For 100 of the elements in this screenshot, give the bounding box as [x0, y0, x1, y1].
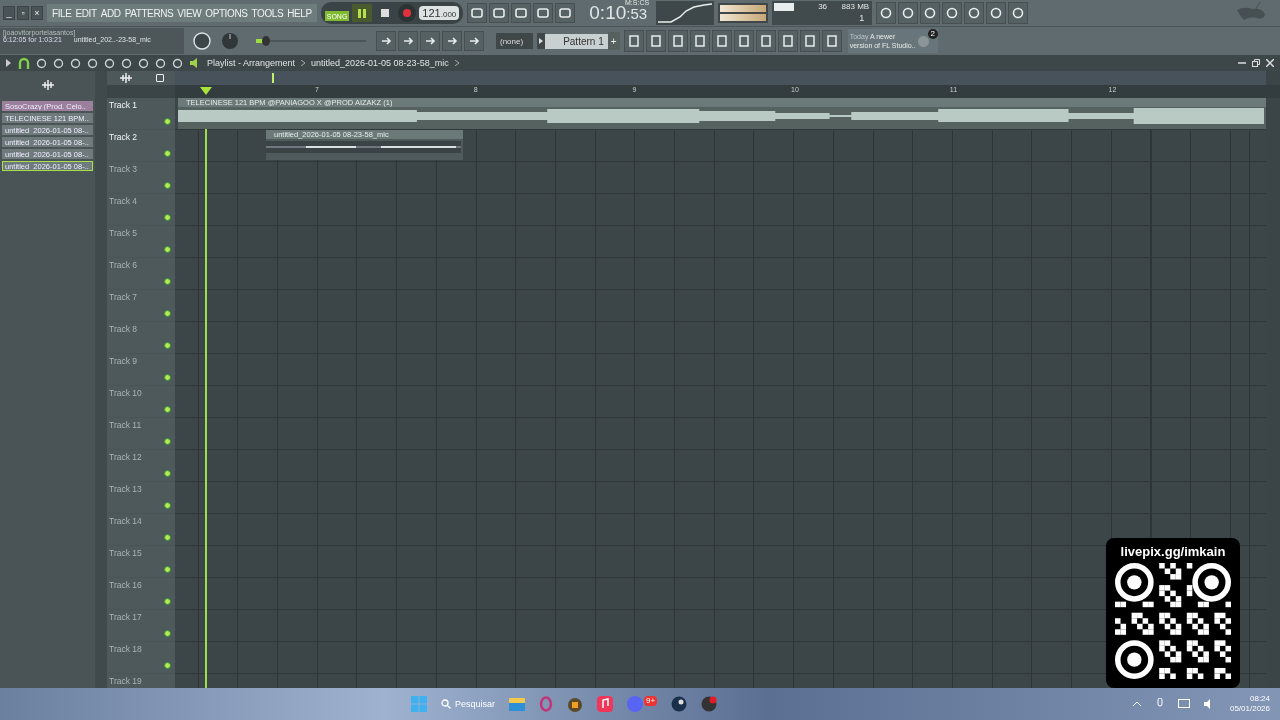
track-enable-icon[interactable]	[164, 150, 171, 157]
toolbar-button[interactable]	[689, 30, 710, 52]
track-header[interactable]: Track 13	[107, 482, 175, 514]
track-enable-icon[interactable]	[164, 342, 171, 349]
track-header[interactable]: Track 2	[107, 130, 175, 162]
track-enable-icon[interactable]	[164, 310, 171, 317]
waveform-icon[interactable]	[118, 73, 133, 83]
add-track-icon[interactable]	[155, 74, 164, 82]
menu-item[interactable]: VIEW	[177, 7, 202, 19]
windows-start-icon[interactable]	[410, 696, 427, 712]
track-enable-icon[interactable]	[164, 214, 171, 221]
menu-item[interactable]: OPTIONS	[205, 7, 248, 19]
toolbar-button[interactable]	[555, 3, 576, 23]
toolbar-button[interactable]	[511, 3, 532, 23]
menu-item[interactable]: PATTERNS	[124, 7, 174, 19]
waveform-icon[interactable]	[40, 80, 55, 90]
toolbar-button[interactable]	[645, 30, 666, 52]
toolbar-button[interactable]	[376, 31, 396, 51]
toolbar-button[interactable]	[986, 2, 1007, 24]
minimize-icon[interactable]	[1238, 59, 1246, 67]
track-header[interactable]: Track 19	[107, 674, 175, 688]
play-arrow-icon[interactable]	[6, 59, 12, 67]
close-button[interactable]: ×	[31, 6, 43, 20]
toolbar-button[interactable]	[667, 30, 688, 52]
toolbar-button[interactable]	[876, 2, 897, 24]
track-header[interactable]: Track 3	[107, 162, 175, 194]
recorder-icon[interactable]	[701, 696, 718, 712]
toolbar-button[interactable]	[821, 30, 842, 52]
toolbar-button[interactable]	[920, 2, 941, 24]
taskbar-search[interactable]: Pesquisar	[440, 699, 495, 709]
track-enable-icon[interactable]	[164, 182, 171, 189]
track-header[interactable]: Track 1	[107, 98, 175, 130]
track-header[interactable]: Track 12	[107, 450, 175, 482]
menu-item[interactable]: TOOLS	[251, 7, 284, 19]
track-header[interactable]: Track 10	[107, 386, 175, 418]
track-header[interactable]: Track 11	[107, 418, 175, 450]
toolbar-button[interactable]	[1008, 2, 1029, 24]
scrollbar-track[interactable]	[95, 71, 107, 688]
track-enable-icon[interactable]	[164, 662, 171, 669]
minimize-button[interactable]: _	[3, 6, 15, 20]
close-icon[interactable]	[1266, 59, 1274, 67]
pattern-selector[interactable]: Pattern 1	[545, 33, 608, 49]
volume-knob-icon[interactable]	[192, 31, 212, 51]
track-enable-icon[interactable]	[164, 246, 171, 253]
menu-item[interactable]: HELP	[287, 7, 312, 19]
track-enable-icon[interactable]	[164, 566, 171, 573]
track-enable-icon[interactable]	[164, 534, 171, 541]
toolbar-button[interactable]	[964, 2, 985, 24]
toolbar-button[interactable]	[398, 31, 418, 51]
menu-item[interactable]: EDIT	[75, 7, 97, 19]
restore-button[interactable]: ▫	[17, 6, 29, 20]
song-position-marker-icon[interactable]	[200, 87, 212, 95]
track-header[interactable]: Track 8	[107, 322, 175, 354]
chevron-up-icon[interactable]	[1131, 701, 1142, 707]
master-pitch-slider[interactable]	[256, 37, 366, 45]
track-enable-icon[interactable]	[164, 470, 171, 477]
toolbar-button[interactable]	[755, 30, 776, 52]
track-enable-icon[interactable]	[164, 438, 171, 445]
monitor-icon[interactable]	[1177, 699, 1190, 709]
track-header[interactable]: Track 14	[107, 514, 175, 546]
toolbar-button[interactable]	[799, 30, 820, 52]
menu-item[interactable]: ADD	[100, 7, 121, 19]
track-enable-icon[interactable]	[164, 374, 171, 381]
tempo-field[interactable]: 121.000	[419, 6, 460, 20]
track-header[interactable]: Track 16	[107, 578, 175, 610]
system-clock[interactable]: 08:24 05/01/2026	[1229, 694, 1270, 714]
toolbar-button[interactable]	[623, 30, 644, 52]
magnet-icon[interactable]	[18, 57, 30, 69]
toolbar-button[interactable]	[533, 3, 554, 23]
toolbar-button[interactable]	[942, 2, 963, 24]
toolbar-button[interactable]	[420, 31, 440, 51]
track-header[interactable]: Track 6	[107, 258, 175, 290]
track-header[interactable]: Track 17	[107, 610, 175, 642]
toolbar-button[interactable]	[464, 31, 484, 51]
toolbar-button[interactable]	[711, 30, 732, 52]
toolbar-button[interactable]	[777, 30, 798, 52]
toolbar-button[interactable]	[898, 2, 919, 24]
channel-filter-dropdown[interactable]: (none)	[496, 33, 534, 49]
pattern-menu-button[interactable]	[537, 33, 546, 49]
track-header[interactable]: Track 7	[107, 290, 175, 322]
overview-scrollbar[interactable]	[175, 71, 1266, 85]
track-enable-icon[interactable]	[164, 118, 171, 125]
restore-icon[interactable]	[1252, 59, 1260, 67]
track-enable-icon[interactable]	[164, 502, 171, 509]
music-note-icon[interactable]	[596, 696, 613, 712]
track-header[interactable]: Track 18	[107, 642, 175, 674]
track-enable-icon[interactable]	[164, 598, 171, 605]
pause-button[interactable]	[352, 4, 373, 22]
track-header[interactable]: Track 5	[107, 226, 175, 258]
toolbar-button[interactable]	[733, 30, 754, 52]
toolbar-button[interactable]	[442, 31, 462, 51]
game-client-icon[interactable]	[671, 696, 688, 712]
track-enable-icon[interactable]	[164, 278, 171, 285]
track-enable-icon[interactable]	[164, 630, 171, 637]
track-header[interactable]: Track 9	[107, 354, 175, 386]
track-header[interactable]: Track 4	[107, 194, 175, 226]
track-header[interactable]: Track 15	[107, 546, 175, 578]
pitch-knob-icon[interactable]	[220, 31, 240, 51]
toolbar-button[interactable]	[467, 3, 488, 23]
menu-item[interactable]: FILE	[52, 7, 72, 19]
